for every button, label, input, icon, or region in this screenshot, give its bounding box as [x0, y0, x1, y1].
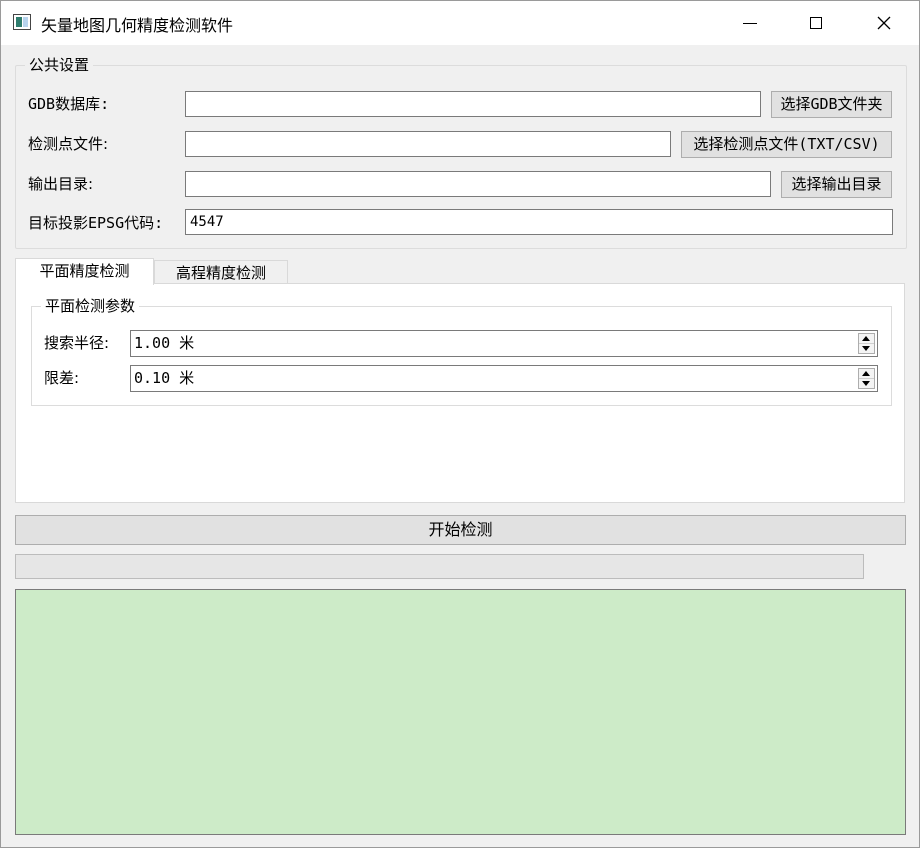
search-radius-stepper[interactable]: [858, 333, 875, 354]
planar-params-group: 平面检测参数 搜索半径: 1.00 米 限差: 0.10 米: [31, 297, 892, 406]
search-radius-up-button[interactable]: [859, 334, 874, 344]
close-button[interactable]: [851, 1, 917, 45]
planar-tab-pane: 平面检测参数 搜索半径: 1.00 米 限差: 0.10 米: [15, 283, 905, 503]
select-gdb-button[interactable]: 选择GDB文件夹: [771, 91, 892, 118]
minimize-button[interactable]: [717, 1, 783, 45]
tolerance-up-button[interactable]: [859, 369, 874, 379]
arrow-up-icon: [862, 336, 870, 341]
tolerance-value: 0.10 米: [134, 369, 195, 387]
search-radius-label: 搜索半径:: [44, 334, 110, 352]
log-output[interactable]: [15, 589, 906, 835]
maximize-button[interactable]: [783, 1, 849, 45]
title-bar[interactable]: 矢量地图几何精度检测软件: [1, 1, 919, 45]
planar-params-title: 平面检测参数: [41, 297, 140, 315]
arrow-up-icon: [862, 371, 870, 376]
check-points-path-input[interactable]: [185, 131, 671, 157]
minimize-icon: [743, 22, 757, 24]
progress-bar: [15, 554, 864, 579]
window-title: 矢量地图几何精度检测软件: [41, 16, 234, 35]
output-dir-label: 输出目录:: [28, 175, 94, 193]
search-radius-down-button[interactable]: [859, 344, 874, 353]
search-radius-spinbox[interactable]: 1.00 米: [130, 330, 878, 357]
tolerance-label: 限差:: [44, 369, 80, 387]
check-points-label: 检测点文件:: [28, 135, 109, 153]
tolerance-down-button[interactable]: [859, 379, 874, 388]
start-detection-button[interactable]: 开始检测: [15, 515, 906, 545]
main-window: 矢量地图几何精度检测软件 公共设置 GDB数据库: 选择GDB文件夹 检测点文件…: [0, 0, 920, 848]
tolerance-stepper[interactable]: [858, 368, 875, 389]
select-check-points-button[interactable]: 选择检测点文件(TXT/CSV): [681, 131, 892, 158]
select-output-dir-button[interactable]: 选择输出目录: [781, 171, 892, 198]
arrow-down-icon: [862, 346, 870, 351]
gdb-path-input[interactable]: [185, 91, 761, 117]
maximize-icon: [810, 17, 822, 29]
gdb-label: GDB数据库:: [28, 95, 110, 113]
tab-planar-accuracy[interactable]: 平面精度检测: [15, 258, 154, 285]
close-icon: [877, 16, 891, 30]
epsg-input[interactable]: 4547: [185, 209, 893, 235]
epsg-label: 目标投影EPSG代码:: [28, 214, 164, 232]
search-radius-value: 1.00 米: [134, 334, 195, 352]
output-dir-input[interactable]: [185, 171, 771, 197]
arrow-down-icon: [862, 381, 870, 386]
common-settings-title: 公共设置: [25, 56, 94, 74]
tolerance-spinbox[interactable]: 0.10 米: [130, 365, 878, 392]
app-icon: [13, 14, 31, 30]
